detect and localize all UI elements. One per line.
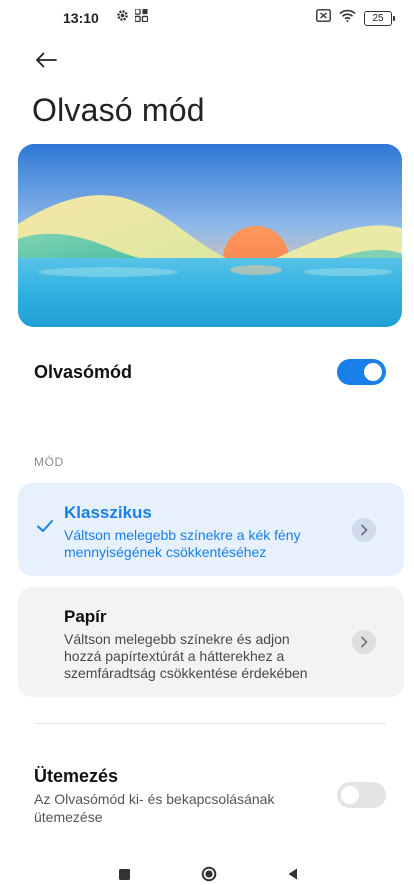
gear-icon — [116, 9, 129, 27]
status-time: 13:10 — [63, 10, 99, 26]
battery-icon: 25 — [364, 10, 395, 26]
mode-option-classic[interactable]: Klasszikus Váltson melegebb színekre a k… — [18, 483, 404, 576]
back-nav-button[interactable] — [283, 864, 303, 884]
check-icon — [37, 520, 53, 532]
status-bar: 13:10 25 — [0, 0, 414, 36]
chevron-right-icon — [361, 524, 368, 536]
schedule-title: Ütemezés — [34, 766, 119, 786]
system-nav-bar — [0, 860, 414, 885]
mode-paper-details-button[interactable] — [352, 630, 376, 654]
sunset-illustration — [18, 144, 402, 327]
page-title: Olvasó mód — [32, 92, 205, 128]
wifi-icon — [339, 9, 356, 27]
home-button[interactable] — [199, 864, 219, 884]
apps-grid-icon — [134, 8, 149, 27]
reading-mode-switch[interactable] — [337, 359, 386, 385]
reading-mode-row[interactable]: Olvasómód — [34, 354, 386, 390]
mode-option-description: Váltson melegebb színekre és adjon hozzá… — [64, 631, 308, 681]
mode-section-header: MÓD — [34, 455, 64, 469]
mode-option-paper[interactable]: Papír Váltson melegebb színekre és adjon… — [18, 587, 404, 697]
recents-button[interactable] — [114, 864, 134, 884]
mode-classic-details-button[interactable] — [352, 518, 376, 542]
recents-square-icon — [118, 868, 130, 880]
mode-option-description: Váltson melegebb színekre a kék fény men… — [64, 527, 301, 560]
mode-option-title: Klasszikus — [64, 503, 152, 522]
switch-knob — [341, 786, 359, 804]
divider — [34, 723, 386, 724]
reading-mode-label: Olvasómód — [34, 361, 133, 382]
schedule-description: Az Olvasómód ki- és bekapcsolásának ütem… — [34, 791, 275, 825]
mode-option-title: Papír — [64, 607, 107, 626]
sim-icon — [316, 9, 331, 27]
back-triangle-icon — [288, 868, 297, 880]
chevron-right-icon — [361, 636, 368, 648]
back-button[interactable] — [30, 44, 62, 76]
schedule-row[interactable]: Ütemezés Az Olvasómód ki- és bekapcsolás… — [34, 764, 386, 826]
switch-knob — [364, 363, 382, 381]
arrow-left-icon — [36, 52, 57, 68]
home-circle-icon — [201, 866, 217, 882]
schedule-switch[interactable] — [337, 782, 386, 808]
